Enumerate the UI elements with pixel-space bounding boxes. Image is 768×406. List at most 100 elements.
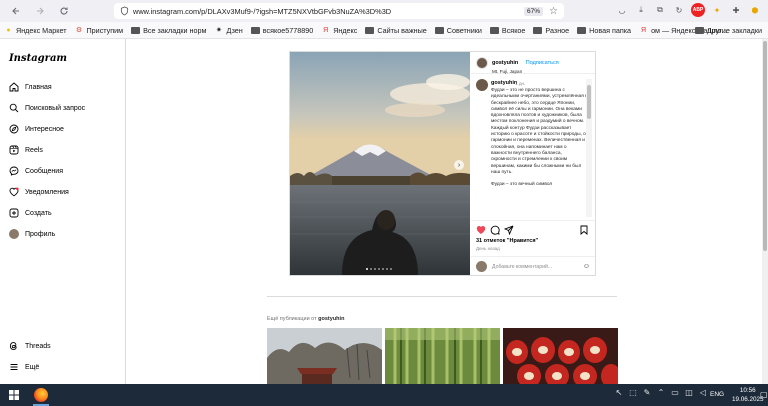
forward-button[interactable]: [32, 3, 48, 19]
bookmark-item[interactable]: Разное: [533, 26, 569, 35]
caption-avatar[interactable]: [476, 79, 488, 91]
nav-explore[interactable]: Интересное: [9, 124, 64, 134]
follow-button[interactable]: Подписаться: [526, 60, 559, 66]
back-button[interactable]: [8, 3, 24, 19]
mount-fuji-photo: [290, 52, 470, 275]
caption-username[interactable]: gostyuhin: [491, 80, 517, 86]
folder-icon: [131, 26, 141, 34]
bookmark-star-icon[interactable]: ☆: [549, 6, 558, 17]
puzzle-icon[interactable]: ✚: [729, 3, 743, 17]
more-post-thumbnail[interactable]: [267, 328, 382, 384]
nav-threads[interactable]: Threads: [9, 341, 51, 351]
zoom-level[interactable]: 67%: [524, 6, 544, 16]
emoji-icon[interactable]: ☺: [583, 263, 590, 270]
chevron-up-icon[interactable]: ⌃: [656, 388, 666, 397]
nav-home[interactable]: Главная: [9, 82, 52, 92]
adblock-icon[interactable]: ABP: [691, 3, 705, 17]
comment-input[interactable]: Добавьте комментарий...: [492, 264, 583, 270]
nav-messages[interactable]: Сообщения: [9, 166, 63, 176]
cursor-icon[interactable]: ↖: [614, 388, 624, 397]
post-date: День назад: [476, 246, 500, 251]
caption-scrollbar[interactable]: [586, 79, 592, 217]
yandex-icon: Я: [323, 26, 329, 34]
menu-icon: [10, 364, 18, 370]
volume-icon[interactable]: ◁: [698, 388, 708, 397]
nav-reels[interactable]: Reels: [9, 145, 43, 155]
threads-icon: [9, 342, 17, 350]
page-scrollbar[interactable]: [762, 39, 768, 384]
url-text: www.instagram.com/p/DLAXv3Muf9-/?igsh=MT…: [133, 6, 392, 16]
other-bookmarks[interactable]: Другие закладки: [694, 26, 762, 35]
comment-icon[interactable]: [490, 225, 500, 235]
folder-icon: [694, 27, 704, 34]
bookmark-item[interactable]: ⚙ Приступим: [75, 26, 123, 35]
extension-icon[interactable]: ⧉: [653, 3, 667, 17]
bookmark-item[interactable]: Я Яндекс: [321, 26, 357, 35]
bookmark-item[interactable]: всякое5778890: [250, 26, 313, 35]
shield-icon: [120, 6, 129, 16]
bookmark-item[interactable]: Советники: [434, 26, 482, 35]
pagination-dot: [390, 268, 392, 270]
instagram-logo[interactable]: Instagram: [9, 53, 67, 64]
like-heart-icon[interactable]: [476, 225, 486, 235]
post-caption: gostyuhin 1 дн. Фудзи – это не просто ве…: [476, 79, 588, 217]
reload-button[interactable]: [56, 3, 72, 19]
network-icon[interactable]: ◫: [684, 388, 694, 397]
nav-notifications[interactable]: Уведомления: [9, 187, 69, 197]
nav-search[interactable]: Поисковый запрос: [9, 103, 85, 113]
pagination-dot: [378, 268, 380, 270]
instagram-sidebar: Instagram Главная Поисковый запрос Интер…: [0, 39, 126, 384]
comment-box: Добавьте комментарий... ☺: [471, 256, 595, 276]
battery-icon[interactable]: ▭: [670, 388, 680, 397]
bookmark-item[interactable]: Все закладки норм: [131, 26, 206, 35]
author-username[interactable]: gostyuhin: [492, 60, 518, 66]
bookmark-item[interactable]: Новая папка: [577, 26, 631, 35]
more-post-thumbnail[interactable]: [503, 328, 618, 384]
folder-icon: [533, 26, 543, 34]
pocket-icon[interactable]: ◡: [615, 3, 629, 17]
download-icon[interactable]: ⤓: [634, 3, 648, 17]
more-post-thumbnail[interactable]: [385, 328, 500, 384]
windows-taskbar: ↖ ⬚ ✎ ⌃ ▭ ◫ ◁ ENG 10:56 19.06.2025 ▢: [0, 384, 768, 406]
pen-icon[interactable]: ✎: [642, 388, 652, 397]
save-bookmark-icon[interactable]: [579, 225, 589, 235]
bookmark-item[interactable]: Всякое: [489, 26, 525, 35]
vpn-icon[interactable]: ⬢: [748, 3, 762, 17]
more-posts-username[interactable]: gostyuhin: [318, 316, 344, 322]
address-bar[interactable]: www.instagram.com/p/DLAXv3Muf9-/?igsh=MT…: [114, 3, 564, 19]
clock[interactable]: 10:56 19.06.2025: [732, 386, 764, 404]
next-photo-button[interactable]: ›: [454, 160, 464, 170]
messenger-icon: [9, 166, 19, 176]
nav-profile[interactable]: Профиль: [9, 229, 55, 239]
plus-icon: [9, 208, 19, 218]
notifications-icon[interactable]: ▢: [760, 390, 768, 399]
author-avatar[interactable]: [476, 56, 488, 69]
windows-start-icon[interactable]: [9, 390, 19, 400]
search-icon: [9, 103, 19, 113]
screenshot-icon[interactable]: ⬚: [628, 388, 638, 397]
nav-create[interactable]: Создать: [9, 208, 52, 218]
likes-count[interactable]: 31 отметок "Нравится": [476, 238, 538, 244]
bookmark-item[interactable]: Сайты важные: [365, 26, 427, 35]
avatar: [9, 229, 19, 239]
pagination-dot: [382, 268, 384, 270]
post-location[interactable]: Mt. Fuji, Japan: [492, 69, 559, 74]
share-icon[interactable]: [504, 225, 514, 235]
sync-icon[interactable]: ↻: [672, 3, 686, 17]
folder-icon: [365, 26, 375, 34]
nav-more[interactable]: Ещё: [9, 362, 39, 372]
input-language[interactable]: ENG: [710, 391, 724, 398]
clock-date: 19.06.2025: [732, 396, 764, 403]
post-photo[interactable]: ›: [290, 52, 470, 275]
gear-icon: ⚙: [75, 27, 83, 34]
temple-thumbnail: [267, 328, 382, 384]
bookmark-item[interactable]: ● Яндекс Маркет: [4, 26, 66, 35]
market-icon: ●: [6, 26, 11, 34]
sparkle-icon[interactable]: ✦: [710, 3, 724, 17]
bookmark-item[interactable]: ✷ Дзен: [214, 26, 243, 35]
arrow-left-icon: [12, 7, 19, 15]
browser-toolbar: www.instagram.com/p/DLAXv3Muf9-/?igsh=MT…: [0, 0, 768, 22]
more-posts-grid: [267, 328, 618, 384]
daruma-thumbnail: [503, 328, 618, 384]
firefox-icon[interactable]: [34, 388, 48, 402]
